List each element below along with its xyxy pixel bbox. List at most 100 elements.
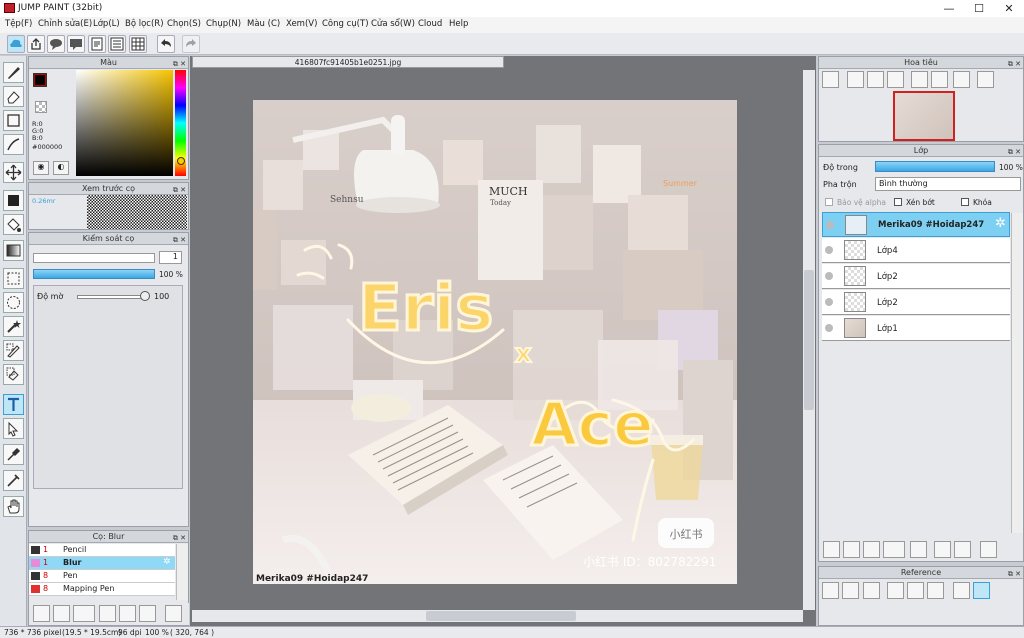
navigator-thumbnail[interactable] [893, 91, 955, 141]
smudge-tool-icon[interactable] [3, 470, 24, 491]
rect-select-tool-icon[interactable] [3, 268, 24, 289]
layer-opacity-bar[interactable] [875, 161, 995, 172]
menu-layer[interactable]: Lớp(L) [93, 19, 120, 29]
hand-tool-icon[interactable] [3, 496, 24, 517]
layer-list-scrollbar[interactable] [1011, 213, 1023, 533]
dropper-tool-icon[interactable] [3, 444, 24, 465]
eye-icon[interactable] [825, 324, 833, 332]
reference-close-icon[interactable] [863, 582, 880, 599]
cloud-icon[interactable] [7, 35, 25, 53]
reference-zoom-out-icon[interactable] [927, 582, 944, 599]
ellipse-select-tool-icon[interactable] [3, 292, 24, 313]
reference-fit-icon[interactable] [907, 582, 924, 599]
brush-item[interactable]: 1 Pencil [29, 544, 175, 557]
eye-icon[interactable] [825, 298, 833, 306]
fit-window-icon[interactable] [867, 71, 884, 88]
zoom-out-icon[interactable] [887, 71, 904, 88]
layer-settings-icon[interactable]: ✲ [995, 216, 1006, 231]
zoom-in-icon[interactable] [822, 71, 839, 88]
new-layer-menu-icon[interactable] [843, 541, 860, 558]
rectangle-tool-icon[interactable] [3, 110, 24, 131]
duplicate-icon[interactable] [139, 605, 156, 622]
reference-open-icon[interactable] [842, 582, 859, 599]
gradient-tool-icon[interactable] [3, 240, 24, 261]
menu-filter[interactable]: Bộ lọc(R) [125, 19, 164, 29]
palette-icon[interactable]: ◉ [33, 161, 49, 175]
undo-icon[interactable] [157, 35, 175, 53]
brush-list-scrollbar[interactable] [176, 544, 188, 600]
saturation-value-picker[interactable] [76, 70, 173, 176]
layer-row[interactable]: Lớp2 [822, 290, 1010, 315]
eye-icon[interactable] [826, 221, 834, 229]
duplicate-layer-icon[interactable] [934, 541, 951, 558]
menu-color[interactable]: Màu (C) [247, 19, 280, 29]
bucket-tool-icon[interactable] [3, 214, 24, 235]
flip-icon[interactable] [977, 71, 994, 88]
menu-capture[interactable]: Chụp(N) [206, 19, 241, 29]
menu-select[interactable]: Chọn(S) [167, 19, 201, 29]
menu-window[interactable]: Cửa sổ(W) [371, 19, 415, 29]
menu-view[interactable]: Xem(V) [286, 19, 317, 29]
select-pen-tool-icon[interactable] [3, 340, 24, 361]
brush-menu-icon[interactable] [73, 605, 95, 622]
layer-row[interactable]: Lớp2 [822, 264, 1010, 289]
opacity-slider-handle[interactable] [140, 291, 150, 301]
document-tab[interactable]: 416807fc91405b1e0251.jpg [192, 56, 504, 68]
layer-row[interactable]: Lớp4 [822, 238, 1010, 263]
vertical-scroll-thumb[interactable] [804, 270, 814, 410]
brush-tool-icon[interactable] [3, 62, 24, 83]
eye-icon[interactable] [825, 272, 833, 280]
opacity-slider[interactable] [77, 295, 149, 299]
grid-icon[interactable] [129, 35, 147, 53]
brush-size-bar[interactable] [33, 253, 155, 263]
protect-alpha-checkbox[interactable] [825, 198, 833, 206]
document-list-icon[interactable] [108, 35, 126, 53]
brush-density-bar[interactable] [33, 269, 155, 279]
reference-zoom-in-icon[interactable] [887, 582, 904, 599]
text-tool-icon[interactable] [3, 394, 24, 415]
trash-icon[interactable] [165, 605, 182, 622]
rotate-left-icon[interactable] [911, 71, 928, 88]
comment-icon[interactable] [47, 35, 65, 53]
eye-icon[interactable] [825, 246, 833, 254]
minimize-button[interactable]: — [934, 0, 964, 17]
operation-tool-icon[interactable] [3, 418, 24, 439]
menu-file[interactable]: Tệp(F) [5, 19, 32, 29]
lock-checkbox[interactable] [961, 198, 969, 206]
canvas-image[interactable]: Eris x Ace MUCH Today Sehnsu Summer 小红书 … [253, 100, 737, 584]
transparent-color-swatch[interactable] [35, 101, 47, 113]
reset-rotation-icon[interactable] [931, 71, 948, 88]
color-set-icon[interactable]: ◐ [53, 161, 69, 175]
delete-layer-icon[interactable] [980, 541, 997, 558]
folder-icon[interactable] [119, 605, 136, 622]
maximize-button[interactable]: ☐ [964, 0, 994, 17]
cloud-brush-icon[interactable] [33, 605, 50, 622]
menu-edit[interactable]: Chỉnh sửa(E) [38, 19, 92, 29]
clipping-checkbox[interactable] [894, 198, 902, 206]
copy-brush-icon[interactable] [99, 605, 116, 622]
chat-icon[interactable] [67, 35, 85, 53]
close-button[interactable]: ✕ [994, 0, 1024, 17]
hue-handle[interactable] [177, 157, 185, 165]
redo-icon[interactable] [182, 35, 200, 53]
new-document-icon[interactable] [88, 35, 106, 53]
brush-size-field[interactable]: 1 [159, 251, 182, 264]
zoom-in-step-icon[interactable] [847, 71, 864, 88]
line-tool-icon[interactable] [3, 134, 24, 155]
layer-menu-icon[interactable] [883, 541, 905, 558]
horizontal-scroll-thumb[interactable] [426, 611, 576, 621]
merge-layer-icon[interactable] [954, 541, 971, 558]
rotate-right-icon[interactable] [953, 71, 970, 88]
move-tool-icon[interactable] [3, 162, 24, 183]
brush-item[interactable]: 1 Blur ✲ [29, 557, 175, 570]
brush-item[interactable]: 8 Mapping Pen [29, 583, 175, 596]
blend-mode-select[interactable]: Bình thường [875, 177, 1021, 191]
reference-dropper-icon[interactable] [953, 582, 970, 599]
reference-hand-icon[interactable] [973, 582, 990, 599]
layer-row[interactable]: Lớp1 [822, 316, 1010, 341]
brush-settings-icon[interactable]: ✲ [163, 557, 171, 567]
copy-layer-icon[interactable] [863, 541, 880, 558]
menu-cloud[interactable]: Cloud [418, 19, 442, 29]
magic-wand-tool-icon[interactable] [3, 316, 24, 337]
fill-rect-tool-icon[interactable] [3, 190, 24, 211]
